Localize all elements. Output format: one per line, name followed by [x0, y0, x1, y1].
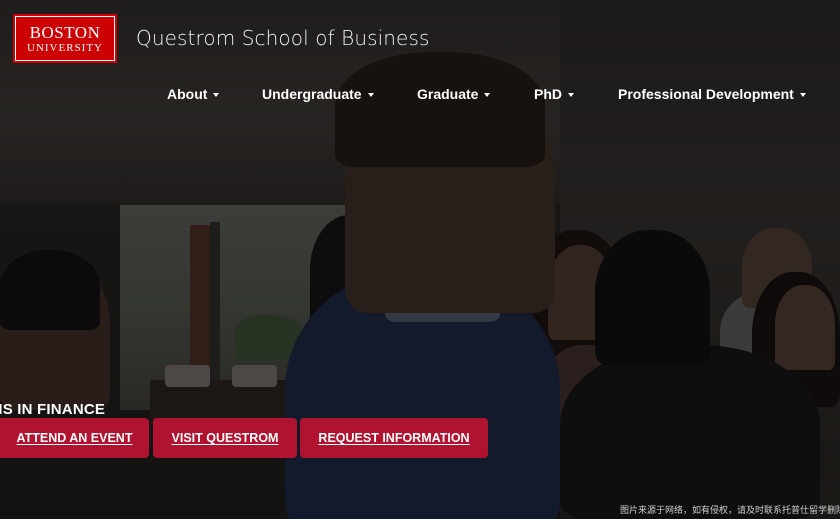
nav-item-about[interactable]: About [167, 86, 220, 102]
nav-item-label: PhD [534, 86, 562, 102]
attend-event-button[interactable]: ATTEND AN EVENT [0, 418, 149, 458]
nav-item-graduate[interactable]: Graduate [417, 86, 491, 102]
nav-item-label: Professional Development [618, 86, 794, 102]
program-heading: MS IN FINANCE [0, 401, 105, 418]
logo-line-boston: BOSTON [29, 22, 101, 42]
caret-down-icon [799, 92, 806, 97]
nav-item-professional-development[interactable]: Professional Development [618, 86, 806, 102]
logo-line-university: UNIVERSITY [27, 41, 103, 54]
request-information-button[interactable]: REQUEST INFORMATION [300, 418, 488, 458]
image-watermark: 图片来源于网络，如有侵权，请及时联系托普仕留学删除 [620, 506, 840, 516]
nav-item-label: About [167, 86, 208, 102]
caret-down-icon [213, 92, 220, 97]
bu-logo[interactable]: BOSTON UNIVERSITY [13, 14, 117, 63]
program-heading-text: MS IN FINANCE [0, 401, 106, 418]
nav-item-undergraduate[interactable]: Undergraduate [262, 86, 374, 102]
caret-down-icon [367, 92, 374, 97]
visit-questrom-button[interactable]: VISIT QUESTROM [153, 418, 297, 458]
main-nav: About Undergraduate Graduate PhD Profess… [0, 86, 840, 106]
caret-down-icon [568, 92, 574, 97]
caret-down-icon [484, 92, 491, 97]
nav-item-phd[interactable]: PhD [534, 86, 574, 102]
nav-item-label: Undergraduate [262, 86, 362, 102]
school-name[interactable]: Questrom School of Business [136, 26, 430, 50]
nav-item-label: Graduate [417, 86, 479, 102]
